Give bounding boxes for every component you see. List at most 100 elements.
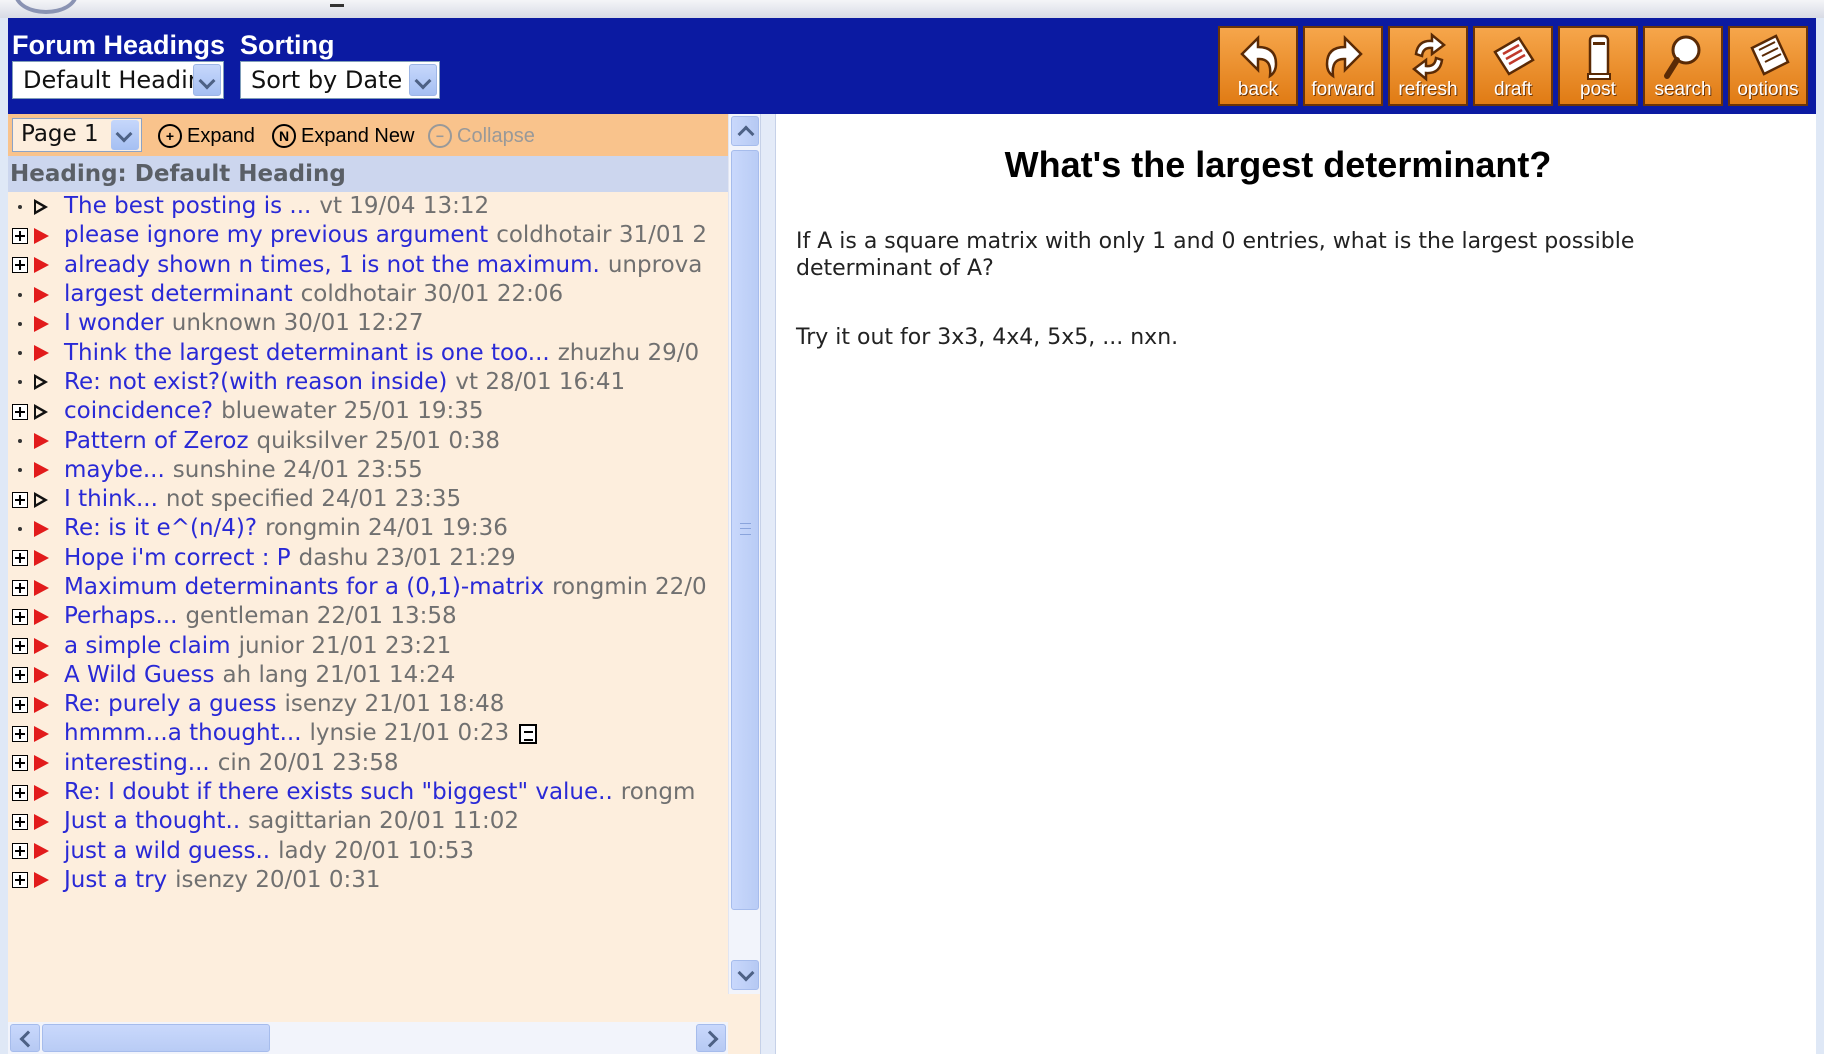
- expand-plus-icon[interactable]: [12, 872, 28, 889]
- expand-plus-icon[interactable]: [12, 843, 28, 860]
- expand-button[interactable]: + Expand: [158, 122, 255, 150]
- thread-meta: quiksilver 25/01 0:38: [256, 427, 500, 454]
- thread-title-link[interactable]: The best posting is ...: [64, 192, 311, 221]
- chevron-down-icon[interactable]: [193, 64, 221, 96]
- thread-row[interactable]: maybe... sunshine 24/01 23:55: [8, 456, 728, 485]
- browser-chrome-top: [0, 0, 1824, 18]
- thread-title-link[interactable]: Re: I doubt if there exists such "bigges…: [64, 778, 613, 807]
- expand-plus-icon[interactable]: [12, 257, 28, 274]
- thread-title-link[interactable]: Think the largest determinant is one too…: [64, 339, 550, 368]
- chevron-down-icon[interactable]: [409, 64, 437, 96]
- post-button[interactable]: post: [1558, 26, 1638, 106]
- thread-row[interactable]: Hope i'm correct : P dashu 23/01 21:29: [8, 544, 728, 573]
- thread-row[interactable]: hmmm...a thought... lynsie 21/01 0:23: [8, 719, 728, 748]
- expand-plus-icon[interactable]: [12, 813, 28, 830]
- post-button-label: post: [1580, 79, 1616, 100]
- thread-title-link[interactable]: a simple claim: [64, 632, 231, 661]
- expand-plus-icon[interactable]: [12, 491, 28, 508]
- pane-splitter[interactable]: [760, 114, 776, 1054]
- page-select[interactable]: Page 1: [12, 118, 142, 152]
- new-flag-icon: [32, 433, 50, 450]
- thread-title-link[interactable]: Just a try: [64, 866, 167, 895]
- expand-plus-icon[interactable]: [12, 608, 28, 625]
- thread-title-link[interactable]: Maximum determinants for a (0,1)-matrix: [64, 573, 544, 602]
- chevron-down-icon[interactable]: [111, 120, 139, 150]
- scroll-right-button[interactable]: [696, 1024, 726, 1052]
- thread-title-link[interactable]: already shown n times, 1 is not the maxi…: [64, 251, 600, 280]
- thread-row[interactable]: a simple claim junior 21/01 23:21: [8, 631, 728, 660]
- thread-row[interactable]: largest determinant coldhotair 30/01 22:0…: [8, 280, 728, 309]
- scroll-down-button[interactable]: [731, 960, 759, 990]
- thread-row[interactable]: please ignore my previous argument coldho…: [8, 221, 728, 250]
- options-button[interactable]: options: [1728, 26, 1808, 106]
- thread-title-link[interactable]: hmmm...a thought...: [64, 719, 302, 748]
- vertical-scrollbar[interactable]: [728, 114, 760, 994]
- thread-title-link[interactable]: interesting...: [64, 749, 210, 778]
- thread-title-link[interactable]: Perhaps...: [64, 602, 177, 631]
- headings-select[interactable]: Default Heading: [12, 61, 224, 99]
- thread-meta: isenzy 20/01 0:31: [175, 866, 381, 893]
- expand-plus-icon[interactable]: [12, 638, 28, 655]
- forum-window: Forum Headings Default Heading Sorting S…: [0, 0, 1824, 1054]
- thread-meta: lady 20/01 10:53: [278, 837, 474, 864]
- vertical-scroll-thumb[interactable]: [731, 150, 759, 910]
- expand-plus-icon[interactable]: [12, 667, 28, 684]
- thread-row[interactable]: I think... not specified 24/01 23:35: [8, 485, 728, 514]
- expand-plus-icon[interactable]: [12, 227, 28, 244]
- search-button[interactable]: search: [1643, 26, 1723, 106]
- thread-title-link[interactable]: Re: is it e^(n/4)?: [64, 514, 257, 543]
- expand-plus-icon[interactable]: [12, 755, 28, 772]
- thread-title-link[interactable]: Re: purely a guess: [64, 690, 276, 719]
- thread-title-link[interactable]: coincidence?: [64, 397, 213, 426]
- expand-plus-icon[interactable]: [12, 579, 28, 596]
- thread-row[interactable]: Re: is it e^(n/4)? rongmin 24/01 19:36: [8, 514, 728, 543]
- thread-meta: sagittarian 20/01 11:02: [248, 808, 520, 835]
- expand-new-button[interactable]: N Expand New: [272, 122, 414, 150]
- thread-title-link[interactable]: Just a thought..: [64, 807, 240, 836]
- thread-title-link[interactable]: please ignore my previous argument: [64, 221, 488, 250]
- thread-title-link[interactable]: just a wild guess..: [64, 837, 270, 866]
- thread-row[interactable]: Perhaps... gentleman 22/01 13:58: [8, 602, 728, 631]
- expand-plus-icon[interactable]: [12, 696, 28, 713]
- back-button[interactable]: back: [1218, 26, 1298, 106]
- thread-row[interactable]: Just a thought.. sagittarian 20/01 11:02: [8, 807, 728, 836]
- thread-title-link[interactable]: A Wild Guess: [64, 661, 215, 690]
- thread-row[interactable]: Maximum determinants for a (0,1)-matrix r…: [8, 573, 728, 602]
- thread-row[interactable]: Re: I doubt if there exists such "bigges…: [8, 778, 728, 807]
- horizontal-scroll-thumb[interactable]: [42, 1024, 270, 1052]
- document-icon[interactable]: [519, 723, 538, 744]
- draft-button[interactable]: draft: [1473, 26, 1553, 106]
- scroll-left-button[interactable]: [10, 1024, 40, 1052]
- horizontal-scrollbar[interactable]: [8, 1022, 728, 1054]
- thread-row[interactable]: I wonder unknown 30/01 12:27: [8, 309, 728, 338]
- thread-title-link[interactable]: maybe...: [64, 456, 165, 485]
- thread-row[interactable]: Pattern of Zeroz quiksilver 25/01 0:38: [8, 426, 728, 455]
- post-body-paragraph: Try it out for 3x3, 4x4, 5x5, ... nxn.: [796, 325, 1179, 350]
- expand-plus-icon[interactable]: [12, 403, 28, 420]
- thread-row[interactable]: The best posting is ... vt 19/04 13:12: [8, 192, 728, 221]
- thread-title-link[interactable]: I think...: [64, 485, 158, 514]
- scroll-up-button[interactable]: [731, 116, 759, 146]
- collapse-button[interactable]: − Collapse: [428, 122, 535, 150]
- thread-row[interactable]: already shown n times, 1 is not the maxi…: [8, 251, 728, 280]
- forward-button[interactable]: forward: [1303, 26, 1383, 106]
- thread-title-link[interactable]: I wonder: [64, 309, 164, 338]
- thread-row[interactable]: coincidence? bluewater 25/01 19:35: [8, 397, 728, 426]
- thread-row[interactable]: Just a try isenzy 20/01 0:31: [8, 866, 728, 895]
- new-flag-icon: [32, 725, 50, 742]
- refresh-button[interactable]: refresh: [1388, 26, 1468, 106]
- expand-plus-icon[interactable]: [12, 725, 28, 742]
- thread-row[interactable]: Re: purely a guess isenzy 21/01 18:48: [8, 690, 728, 719]
- thread-title-link[interactable]: Pattern of Zeroz: [64, 427, 249, 456]
- thread-title-link[interactable]: largest determinant: [64, 280, 293, 309]
- thread-row[interactable]: Think the largest determinant is one too…: [8, 338, 728, 367]
- sorting-select[interactable]: Sort by Date: [240, 61, 440, 99]
- thread-row[interactable]: Re: not exist?(with reason inside) vt 28/…: [8, 368, 728, 397]
- thread-row[interactable]: interesting... cin 20/01 23:58: [8, 749, 728, 778]
- expand-plus-icon[interactable]: [12, 784, 28, 801]
- thread-title-link[interactable]: Hope i'm correct : P: [64, 544, 291, 573]
- thread-title-link[interactable]: Re: not exist?(with reason inside): [64, 368, 447, 397]
- thread-row[interactable]: A Wild Guess ah lang 21/01 14:24: [8, 661, 728, 690]
- expand-plus-icon[interactable]: [12, 550, 28, 567]
- thread-row[interactable]: just a wild guess.. lady 20/01 10:53: [8, 837, 728, 866]
